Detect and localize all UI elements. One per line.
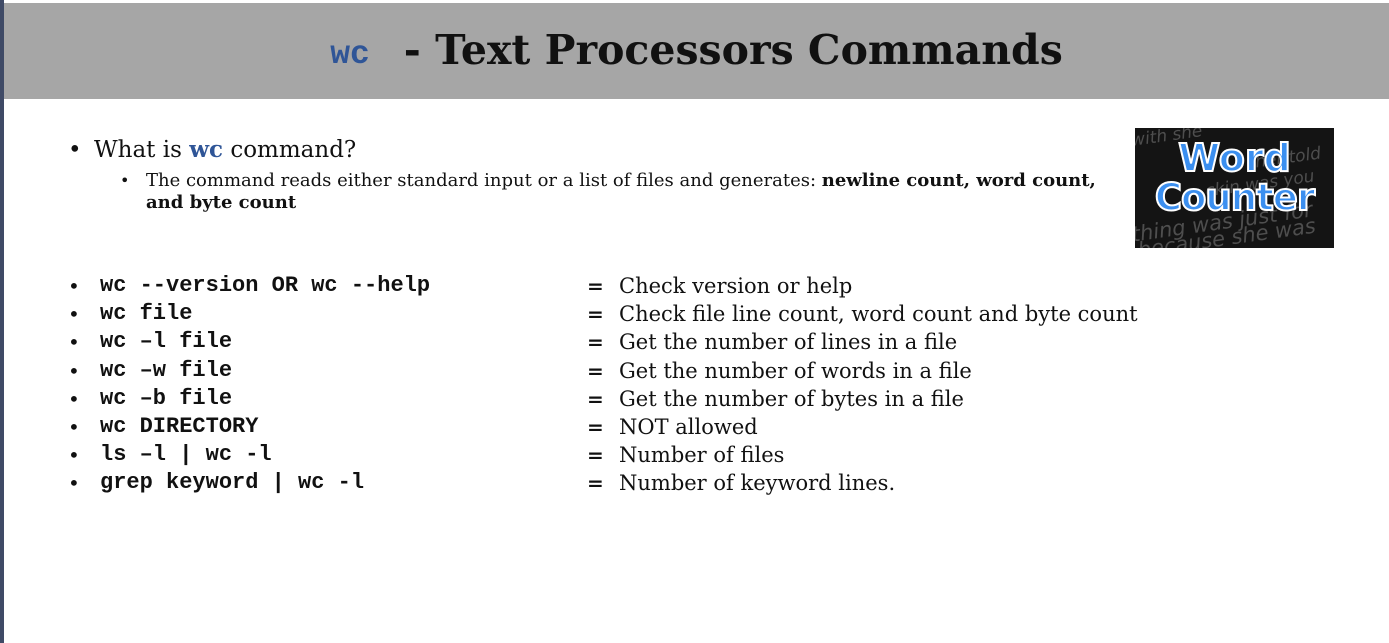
command-text: wc file [100, 301, 193, 327]
command-row: • ls –l | wc -l = Number of files [68, 441, 1188, 469]
page-title: wc - Text Processors Commands [4, 25, 1389, 80]
equals-sign: = [587, 414, 604, 439]
question-item: • What is wc command? [68, 134, 1108, 166]
bullet-icon: • [68, 414, 80, 439]
command-description: Number of files [619, 443, 785, 468]
command-description: Check version or help [619, 274, 853, 298]
title-text: - Text Processors Commands [403, 26, 1063, 74]
command-text: wc –b file [100, 385, 233, 411]
command-row: • wc –b file = Get the number of bytes i… [68, 385, 1188, 413]
command-description: Number of keyword lines. [619, 471, 896, 496]
equals-sign: = [587, 274, 604, 298]
command-text: wc –l file [100, 329, 233, 355]
word-counter-logo: with she her told ckin was you thing was… [1135, 128, 1334, 248]
definition-item: • The command reads either standard inpu… [120, 170, 1106, 214]
command-row: • grep keyword | wc -l = Number of keywo… [68, 469, 1188, 497]
intro-section: • What is wc command? • The command read… [68, 134, 1108, 214]
title-command: wc [330, 36, 370, 73]
command-description: NOT allowed [619, 414, 758, 439]
command-row: • wc DIRECTORY = NOT allowed [68, 413, 1188, 441]
bullet-icon: • [68, 386, 80, 411]
command-text: wc --version OR wc --help [100, 273, 431, 298]
logo-counter-text: Counter [1154, 176, 1316, 219]
equals-sign: = [587, 386, 604, 411]
bullet-icon: • [68, 358, 80, 383]
command-text: wc DIRECTORY [100, 413, 259, 439]
definition-text: The command reads either standard input … [146, 170, 817, 191]
command-description: Get the number of lines in a file [619, 330, 958, 355]
sub-bullet-icon: • [120, 171, 130, 190]
equals-sign: = [587, 302, 604, 327]
bullet-icon: • [68, 443, 80, 468]
equals-sign: = [587, 330, 604, 355]
command-text: wc –w file [100, 357, 233, 383]
equals-sign: = [587, 443, 604, 468]
command-description: Get the number of bytes in a file [619, 386, 964, 411]
bullet-icon: • [68, 137, 82, 163]
command-list: • wc --version OR wc --help = Check vers… [68, 272, 1188, 498]
equals-sign: = [587, 358, 604, 383]
equals-sign: = [587, 471, 604, 496]
command-row: • wc –l file = Get the number of lines i… [68, 328, 1188, 356]
question-command: wc [189, 136, 224, 163]
bullet-icon: • [68, 330, 80, 355]
command-row: • wc –w file = Get the number of words i… [68, 357, 1188, 385]
title-bar: wc - Text Processors Commands [4, 3, 1389, 99]
command-row: • wc --version OR wc --help = Check vers… [68, 272, 1188, 300]
command-text: grep keyword | wc -l [100, 470, 365, 496]
logo-word-text: Word [1177, 136, 1292, 180]
command-description: Check file line count, word count and by… [619, 302, 1138, 327]
bullet-icon: • [68, 274, 80, 298]
question-suffix: command? [230, 137, 357, 163]
command-text: ls –l | wc -l [100, 442, 272, 468]
bullet-icon: • [68, 471, 80, 496]
question-prefix: What is [94, 137, 182, 163]
command-description: Get the number of words in a file [619, 358, 972, 383]
bullet-icon: • [68, 302, 80, 327]
command-row: • wc file = Check file line count, word … [68, 300, 1188, 328]
